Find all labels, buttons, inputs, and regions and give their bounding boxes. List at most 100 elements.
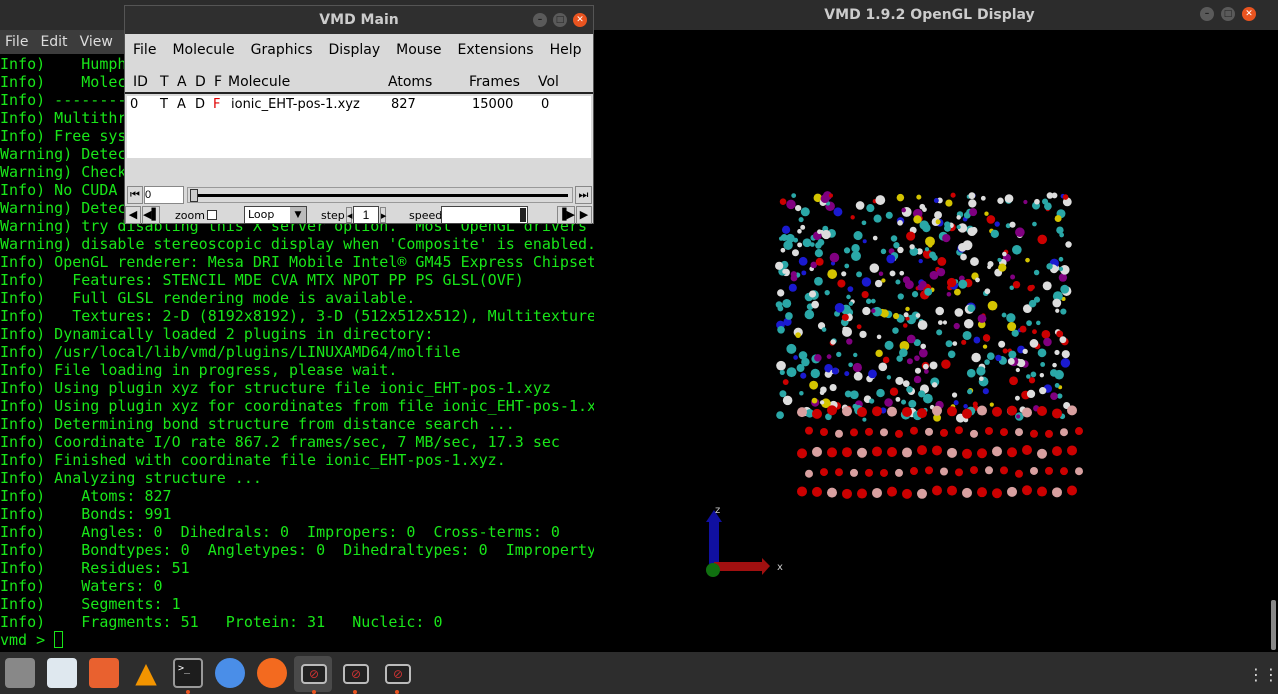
vlc-cone-icon[interactable]: ▲ <box>131 658 161 688</box>
terminal-icon[interactable]: >_ <box>173 658 203 688</box>
atom <box>984 288 991 295</box>
surface-atom <box>842 447 852 458</box>
vmd-window-icon[interactable]: ⊘ <box>343 664 369 684</box>
minimize-button[interactable]: – <box>1200 7 1214 21</box>
surface-atom <box>977 405 987 416</box>
step-increment[interactable]: ▶ <box>380 207 386 223</box>
surface-atom <box>820 427 828 436</box>
goto-start-button[interactable]: ⏮ <box>127 186 143 204</box>
close-button[interactable]: ✕ <box>1242 7 1256 21</box>
atom <box>782 269 788 274</box>
surface-atom <box>1060 428 1068 437</box>
step-forward-button[interactable]: ▐▶ <box>557 206 575 224</box>
atom <box>960 253 967 261</box>
main-titlebar[interactable]: VMD Main – □ ✕ <box>125 6 593 34</box>
vmd-window-icon[interactable]: ⊘ <box>385 664 411 684</box>
terminal-menu-file[interactable]: File <box>5 34 28 50</box>
row-drawn-flag[interactable]: D <box>195 97 205 112</box>
atom <box>1032 329 1037 335</box>
surface-atom <box>842 488 852 499</box>
molecule-list[interactable]: 0 T A D F ionic_EHT-pos-1.xyz 827 15000 … <box>127 96 591 158</box>
goto-end-button[interactable]: ⏭ <box>575 186 592 204</box>
atom <box>918 258 923 264</box>
surface-atom <box>992 446 1002 457</box>
frame-slider-thumb[interactable] <box>190 189 198 202</box>
surface-atom <box>985 466 993 475</box>
play-forward-button[interactable]: ▶ <box>576 206 592 224</box>
atom <box>1037 234 1048 245</box>
atom <box>837 279 846 288</box>
software-center-icon[interactable] <box>89 658 119 688</box>
atom <box>1060 358 1071 368</box>
atom <box>868 369 877 379</box>
step-back-button[interactable]: ◀▌ <box>142 206 160 224</box>
atom <box>788 283 797 292</box>
step-input[interactable] <box>353 206 379 224</box>
frame-slider[interactable] <box>187 187 573 203</box>
atom <box>846 338 853 345</box>
menu-graphics[interactable]: Graphics <box>251 42 313 58</box>
atom <box>802 238 812 248</box>
atom <box>973 336 981 344</box>
atom <box>998 263 1007 272</box>
molecule-view[interactable]: z x <box>594 30 1265 652</box>
frame-input[interactable] <box>144 186 184 204</box>
atom <box>1059 336 1067 344</box>
minimize-button[interactable]: – <box>533 13 547 27</box>
col-id: ID <box>133 74 148 90</box>
atom <box>1002 348 1008 354</box>
atom <box>848 362 853 368</box>
row-fixed-flag[interactable]: F <box>213 97 220 112</box>
chromium-icon[interactable] <box>215 658 245 688</box>
atom <box>855 201 865 210</box>
molecule-row[interactable]: 0 T A D F ionic_EHT-pos-1.xyz 827 15000 … <box>127 96 591 116</box>
close-button[interactable]: ✕ <box>573 13 587 27</box>
terminal-scrollbar[interactable] <box>1271 600 1276 650</box>
speed-slider-thumb[interactable] <box>520 208 526 222</box>
row-active-flag[interactable]: A <box>177 97 186 112</box>
surface-atom <box>925 466 933 475</box>
menu-display[interactable]: Display <box>329 42 381 58</box>
step-decrement[interactable]: ◀ <box>346 207 352 223</box>
atom <box>876 334 882 340</box>
row-top-flag[interactable]: T <box>160 97 168 112</box>
surface-atom <box>1045 466 1053 475</box>
firefox-icon[interactable] <box>257 658 287 688</box>
menu-file[interactable]: File <box>133 42 156 58</box>
speed-slider[interactable] <box>441 206 528 224</box>
zoom-checkbox[interactable] <box>207 210 217 220</box>
surface-atom <box>797 407 807 418</box>
image-viewer-icon[interactable] <box>47 658 77 688</box>
atom <box>1056 226 1064 234</box>
atom <box>810 368 820 379</box>
atom <box>786 199 796 210</box>
surface-atom <box>850 428 858 437</box>
maximize-button[interactable]: □ <box>553 13 567 27</box>
surface-atom <box>917 408 927 419</box>
app-grid-icon[interactable]: ⋮⋮⋮ <box>1248 665 1278 684</box>
loop-mode-select[interactable]: Loop ▼ <box>244 206 307 224</box>
menu-help[interactable]: Help <box>550 42 582 58</box>
menu-extensions[interactable]: Extensions <box>458 42 534 58</box>
menu-mouse[interactable]: Mouse <box>396 42 441 58</box>
surface-atom <box>812 446 822 457</box>
terminal-menu-view[interactable]: View <box>80 34 113 50</box>
col-f: F <box>214 74 223 90</box>
surface-atom <box>977 448 987 459</box>
atom <box>880 309 889 318</box>
surface-atom <box>902 447 912 458</box>
display-titlebar[interactable]: VMD 1.9.2 OpenGL Display – □ ✕ <box>594 0 1265 30</box>
prompt: vmd > <box>0 631 55 649</box>
main-title: VMD Main <box>319 12 399 28</box>
surface-atom <box>970 429 978 438</box>
atom <box>1022 348 1028 355</box>
terminal-menu-edit[interactable]: Edit <box>40 34 67 50</box>
menu-molecule[interactable]: Molecule <box>172 42 234 58</box>
play-reverse-button[interactable]: ◀ <box>125 206 141 224</box>
vmd-window-icon[interactable]: ⊘ <box>301 664 327 684</box>
surface-atom <box>917 488 927 499</box>
maximize-button[interactable]: □ <box>1221 7 1235 21</box>
surface-atom <box>992 406 1002 417</box>
atom <box>958 242 967 252</box>
files-cabinet-icon[interactable] <box>5 658 35 688</box>
